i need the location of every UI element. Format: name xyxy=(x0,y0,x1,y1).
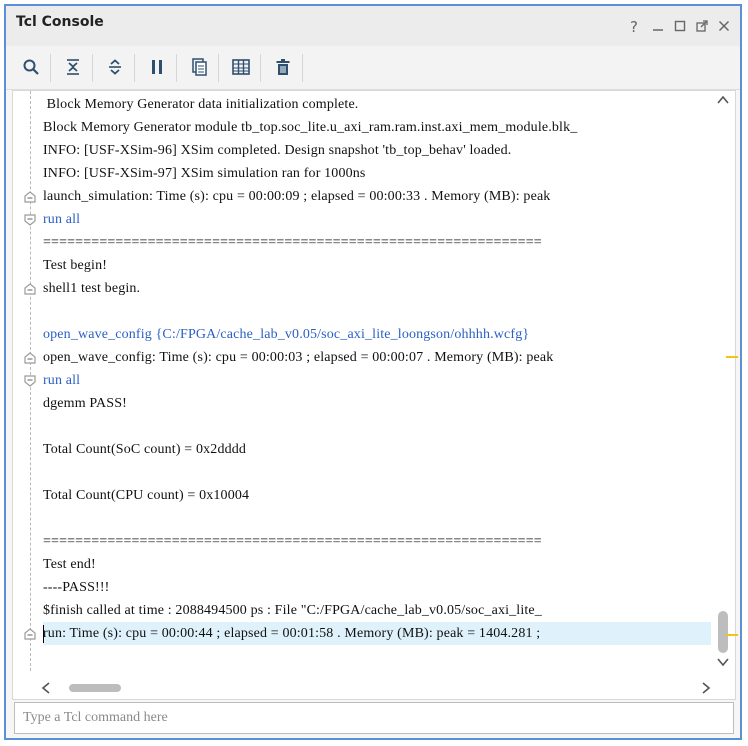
close-icon[interactable] xyxy=(718,20,730,35)
fold-end-icon[interactable] xyxy=(23,351,37,365)
console-output-line: $finish called at time : 2088494500 ps :… xyxy=(43,603,542,618)
tcl-console-window: Tcl Console ? Block Memory Generator dat… xyxy=(4,4,742,740)
console-output[interactable]: Block Memory Generator data initializati… xyxy=(12,90,736,700)
console-output-line: Test begin! xyxy=(43,258,108,273)
console-output-line: shell1 test begin. xyxy=(43,281,141,296)
fold-end-icon[interactable] xyxy=(23,282,37,296)
console-command-line: run all xyxy=(43,212,81,227)
tcl-command-input-wrap xyxy=(14,702,734,734)
copy-icon[interactable] xyxy=(188,56,210,78)
console-output-line: INFO: [USF-XSim-97] XSim simulation ran … xyxy=(43,166,366,181)
console-output-line: Block Memory Generator data initializati… xyxy=(43,97,359,112)
columns-icon[interactable] xyxy=(230,56,252,78)
console-output-line: launch_simulation: Time (s): cpu = 00:00… xyxy=(43,189,551,204)
console-output-line: Total Count(SoC count) = 0x2dddd xyxy=(43,442,247,457)
pause-icon[interactable] xyxy=(146,56,168,78)
scroll-down-icon xyxy=(717,658,729,667)
vertical-scrollbar[interactable] xyxy=(713,91,733,671)
expand-all-icon[interactable] xyxy=(104,56,126,78)
console-command-line: open_wave_config {C:/FPGA/cache_lab_v0.0… xyxy=(43,327,530,342)
fold-start-icon[interactable] xyxy=(23,213,37,227)
console-command-line: run all xyxy=(43,373,81,388)
toolbar-separator xyxy=(302,54,303,82)
toolbar-separator xyxy=(260,54,261,82)
toolbar-separator xyxy=(134,54,135,82)
scroll-left-icon xyxy=(41,682,50,694)
toolbar-separator xyxy=(218,54,219,82)
search-marker xyxy=(726,356,738,358)
search-marker xyxy=(726,634,738,636)
console-output-line: open_wave_config: Time (s): cpu = 00:00:… xyxy=(43,350,554,365)
trash-icon[interactable] xyxy=(272,56,294,78)
vertical-scroll-thumb[interactable] xyxy=(718,611,728,653)
fold-end-icon[interactable] xyxy=(23,190,37,204)
collapse-all-icon[interactable] xyxy=(62,56,84,78)
float-icon[interactable] xyxy=(696,20,708,35)
console-output-line: Test end! xyxy=(43,557,96,572)
minimize-icon[interactable] xyxy=(652,20,664,35)
toolbar-separator xyxy=(176,54,177,82)
title-bar: Tcl Console ? xyxy=(6,6,740,46)
help-icon[interactable]: ? xyxy=(630,20,638,35)
fold-start-icon[interactable] xyxy=(23,374,37,388)
scroll-right-icon xyxy=(702,682,711,694)
horizontal-scroll-thumb[interactable] xyxy=(69,684,121,692)
console-output-line: INFO: [USF-XSim-96] XSim completed. Desi… xyxy=(43,143,512,158)
console-output-line: Block Memory Generator module tb_top.soc… xyxy=(43,120,578,135)
fold-end-icon[interactable] xyxy=(23,627,37,641)
maximize-icon[interactable] xyxy=(674,20,686,35)
console-output-line: run: Time (s): cpu = 00:00:44 ; elapsed … xyxy=(43,622,711,645)
toolbar-separator xyxy=(50,54,51,82)
console-output-line: Total Count(CPU count) = 0x10004 xyxy=(43,488,250,503)
window-title: Tcl Console xyxy=(16,14,104,30)
toolbar xyxy=(6,46,740,90)
search-icon[interactable] xyxy=(20,56,42,78)
toolbar-separator xyxy=(92,54,93,82)
console-output-line: ========================================… xyxy=(43,235,542,250)
text-caret xyxy=(43,625,44,643)
scroll-up-icon xyxy=(717,95,729,104)
console-output-line: dgemm PASS! xyxy=(43,396,127,411)
tcl-command-input[interactable] xyxy=(15,703,733,733)
horizontal-scrollbar[interactable] xyxy=(41,677,713,697)
console-output-line: ========================================… xyxy=(43,534,542,549)
console-output-line: ----PASS!!! xyxy=(43,580,110,595)
